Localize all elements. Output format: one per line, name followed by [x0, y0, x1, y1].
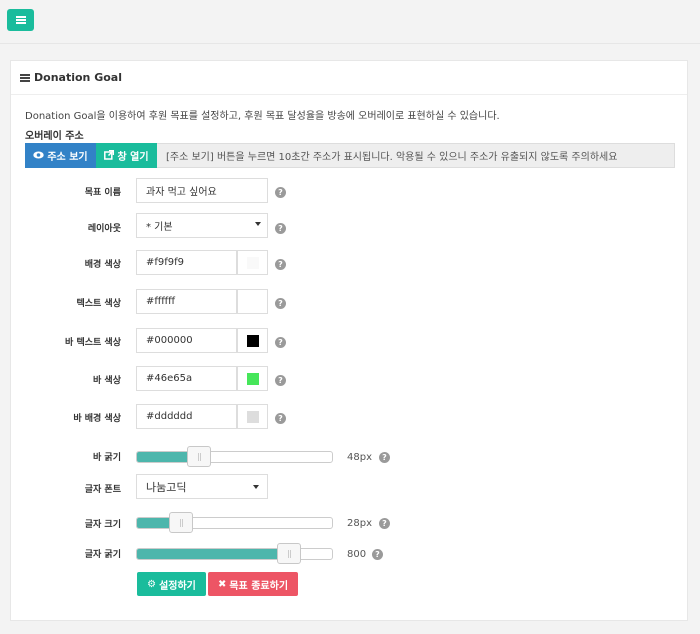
font-weight-value: 800: [347, 549, 367, 560]
address-notice: [주소 보기] 버튼을 누르면 10초간 주소가 표시됩니다. 악용될 수 있으…: [166, 152, 618, 163]
bar-thickness-slider[interactable]: [136, 446, 333, 467]
overlay-address-bar: 주소 보기 창 열기 [주소 보기] 버튼을 누르면 10초간 주소가 표시됩니…: [25, 142, 675, 168]
bar-bg-color-swatch: [246, 410, 259, 423]
bar-color-input[interactable]: #46e65a: [136, 366, 237, 391]
bar-color-picker[interactable]: [237, 366, 268, 391]
gear-icon: ⚙: [147, 578, 157, 590]
slider-fill: [137, 549, 289, 559]
close-icon: ✖: [217, 578, 227, 590]
top-bar: [0, 0, 700, 44]
font-label: 글자 폰트: [84, 485, 121, 495]
bar-text-color-input[interactable]: #000000: [136, 328, 237, 353]
bg-color-picker[interactable]: [237, 250, 268, 275]
external-link-icon: [104, 150, 115, 160]
show-address-button[interactable]: 주소 보기: [25, 142, 96, 168]
goal-name-input[interactable]: 과자 먹고 싶어요: [136, 178, 268, 203]
end-goal-label: 목표 종료하기: [229, 580, 289, 592]
help-icon[interactable]: ?: [372, 549, 383, 560]
font-select[interactable]: 나눔고딕: [136, 474, 268, 499]
layout-label: 레이아웃: [87, 224, 121, 234]
bar-bg-color-input[interactable]: #dddddd: [136, 404, 237, 429]
bar-text-color-picker[interactable]: [237, 328, 268, 353]
bar-thickness-label: 바 굵기: [93, 453, 121, 463]
panel-title: Donation Goal: [34, 71, 122, 84]
goal-name-label: 목표 이름: [84, 188, 121, 198]
bar-text-color-label: 바 텍스트 색상: [65, 338, 121, 348]
layout-select[interactable]: * 기본: [136, 213, 268, 238]
bar-bg-color-picker[interactable]: [237, 404, 268, 429]
text-color-picker[interactable]: [237, 289, 268, 314]
font-weight-label: 글자 굵기: [84, 550, 121, 560]
bg-color-input[interactable]: #f9f9f9: [136, 250, 237, 275]
end-goal-button[interactable]: ✖ 목표 종료하기: [208, 572, 298, 596]
help-icon[interactable]: ?: [275, 187, 286, 198]
panel-header: Donation Goal: [11, 61, 687, 95]
open-window-button[interactable]: 창 열기: [96, 142, 157, 168]
eye-icon: [33, 151, 45, 159]
bar-thickness-value: 48px: [347, 452, 372, 463]
text-color-swatch: [246, 295, 259, 308]
bg-color-swatch: [246, 256, 259, 269]
bar-bg-color-label: 바 배경 색상: [73, 414, 121, 424]
font-size-label: 글자 크기: [84, 520, 121, 530]
slider-handle[interactable]: [187, 446, 211, 467]
bg-color-label: 배경 색상: [84, 260, 121, 270]
hamburger-icon: [15, 16, 26, 24]
overlay-address-label: 오버레이 주소: [25, 131, 84, 142]
font-weight-slider[interactable]: [136, 543, 333, 564]
help-icon[interactable]: ?: [275, 375, 286, 386]
help-icon[interactable]: ?: [275, 413, 286, 424]
menu-toggle-button[interactable]: [7, 9, 34, 31]
font-select-value: 나눔고딕: [146, 480, 187, 494]
list-icon: [20, 73, 30, 82]
help-icon[interactable]: ?: [379, 518, 390, 529]
help-icon[interactable]: ?: [275, 337, 286, 348]
panel-description: Donation Goal을 이용하여 후원 목표를 설정하고, 후원 목표 달…: [25, 111, 500, 122]
chevron-down-icon: [253, 485, 259, 489]
bar-color-swatch: [246, 372, 259, 385]
save-settings-button[interactable]: ⚙ 설정하기: [137, 572, 206, 596]
help-icon[interactable]: ?: [275, 223, 286, 234]
slider-handle[interactable]: [277, 543, 301, 564]
open-window-label: 창 열기: [117, 151, 149, 163]
help-icon[interactable]: ?: [275, 259, 286, 270]
show-address-label: 주소 보기: [47, 151, 88, 163]
text-color-label: 텍스트 색상: [76, 299, 121, 309]
text-color-input[interactable]: #ffffff: [136, 289, 237, 314]
font-size-slider[interactable]: [136, 512, 333, 533]
slider-handle[interactable]: [169, 512, 193, 533]
donation-goal-panel: Donation Goal Donation Goal을 이용하여 후원 목표를…: [10, 60, 688, 621]
help-icon[interactable]: ?: [275, 298, 286, 309]
bar-text-color-swatch: [246, 334, 259, 347]
font-size-value: 28px: [347, 518, 372, 529]
save-settings-label: 설정하기: [159, 580, 196, 592]
bar-color-label: 바 색상: [93, 376, 121, 386]
chevron-down-icon: [255, 222, 261, 226]
layout-select-value: * 기본: [146, 222, 173, 233]
help-icon[interactable]: ?: [379, 452, 390, 463]
